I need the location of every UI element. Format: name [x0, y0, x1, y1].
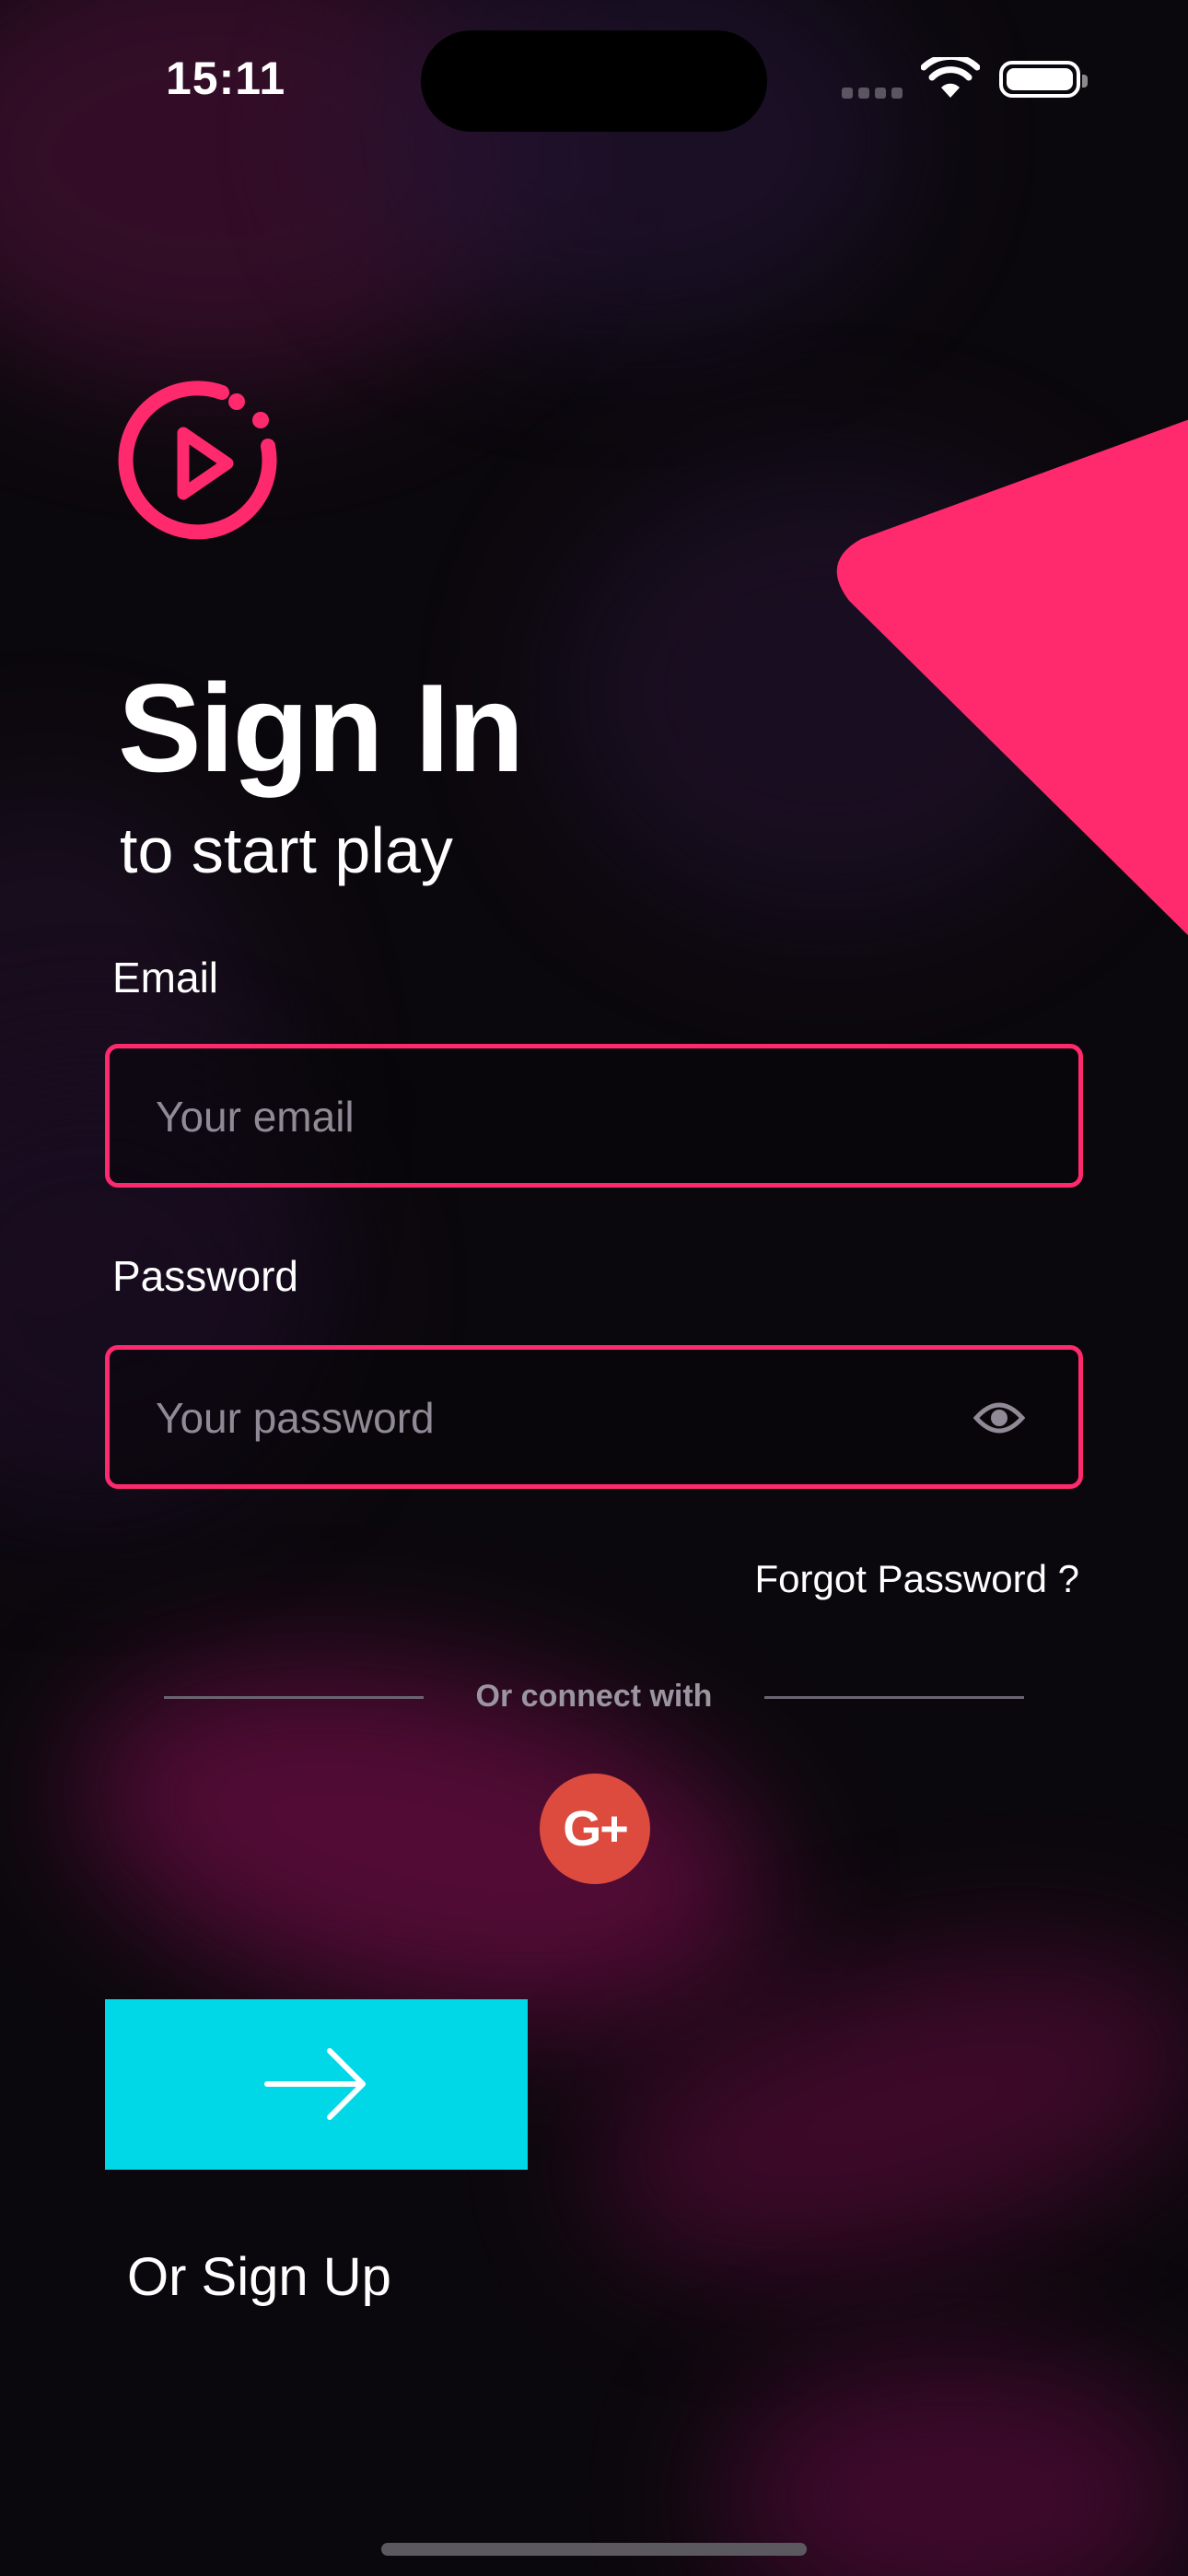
divider-right: [764, 1696, 1024, 1699]
battery-icon: [999, 61, 1088, 98]
home-indicator[interactable]: [381, 2543, 807, 2556]
decorative-triangle: [836, 419, 1188, 936]
google-plus-icon: G+: [563, 1801, 629, 1856]
page-title: Sign In: [118, 658, 524, 798]
password-field-container: [105, 1345, 1083, 1489]
status-time: 15:11: [166, 53, 286, 104]
status-bar: 15:11: [0, 0, 1188, 147]
forgot-password-link[interactable]: Forgot Password ?: [755, 1557, 1080, 1601]
play-logo-icon: [118, 381, 277, 540]
submit-button[interactable]: [105, 1999, 528, 2170]
eye-icon[interactable]: [973, 1396, 1025, 1440]
email-label: Email: [112, 954, 219, 1001]
sign-up-link[interactable]: Or Sign Up: [127, 2246, 391, 2308]
password-input[interactable]: [154, 1350, 949, 1486]
dynamic-island: [421, 30, 767, 132]
signal-icon: [842, 87, 908, 99]
email-field-container: [105, 1044, 1083, 1188]
google-plus-button[interactable]: G+: [540, 1774, 650, 1884]
password-label: Password: [112, 1252, 298, 1300]
wifi-icon: [921, 57, 980, 98]
email-input[interactable]: [154, 1048, 949, 1185]
page-subtitle: to start play: [120, 814, 453, 886]
arrow-right-icon: [264, 2048, 366, 2120]
